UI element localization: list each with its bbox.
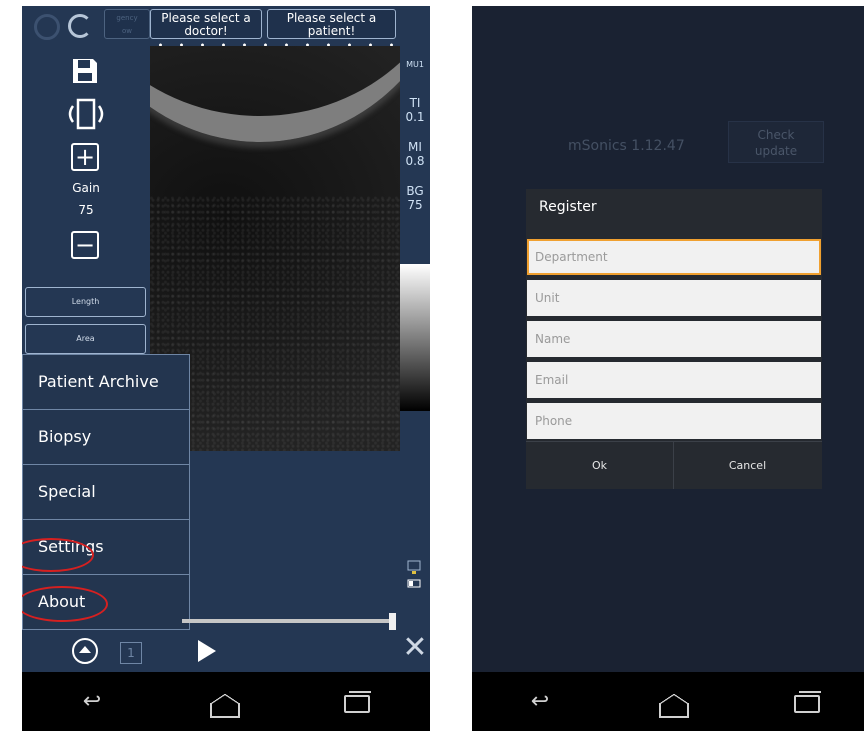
recent-apps-icon[interactable]: [794, 691, 821, 713]
gain-minus-button[interactable]: −: [71, 231, 99, 259]
gain-value: 75: [78, 203, 94, 217]
app-version-label: mSonics 1.12.47: [568, 138, 685, 154]
play-icon[interactable]: [198, 640, 216, 662]
app-logo-icon[interactable]: [34, 14, 60, 40]
select-patient-button[interactable]: Please select a patient!: [267, 9, 396, 39]
back-arrow-icon[interactable]: ↩: [520, 672, 560, 731]
department-field[interactable]: Department: [527, 239, 821, 275]
expand-up-icon[interactable]: [72, 638, 98, 664]
select-doctor-button[interactable]: Please select a doctor!: [150, 9, 262, 39]
cine-slider-thumb[interactable]: [389, 613, 396, 630]
bg-label: BG: [406, 184, 424, 198]
refresh-icon[interactable]: [68, 14, 92, 38]
bg-value: 75: [407, 198, 423, 212]
mu-label: MU1: [406, 60, 424, 69]
length-button[interactable]: Length: [25, 287, 146, 317]
gain-plus-button[interactable]: +: [71, 143, 99, 171]
unit-field[interactable]: Unit: [527, 280, 821, 316]
cancel-button[interactable]: Cancel: [674, 442, 821, 489]
parameter-readouts: MU1 TI 0.1 MI 0.8 BG 75: [400, 58, 430, 228]
cine-slider-track[interactable]: [182, 619, 392, 623]
name-field[interactable]: Name: [527, 321, 821, 357]
left-phone-screen: gency ow Please select a doctor! Please …: [22, 6, 430, 731]
ok-button[interactable]: Ok: [526, 442, 673, 489]
close-icon[interactable]: ✕: [400, 633, 430, 663]
gain-label: Gain: [72, 181, 100, 195]
home-icon[interactable]: [210, 694, 240, 718]
recent-apps-icon[interactable]: [344, 691, 371, 713]
display-mode-icon[interactable]: [407, 560, 421, 588]
right-phone-screen: mSonics 1.12.47 Check update Register De…: [472, 6, 864, 731]
register-dialog: Register Department Unit Name Email Phon…: [526, 189, 822, 489]
mi-value: 0.8: [405, 154, 425, 168]
transducer-arc: [150, 46, 400, 142]
menu-item-special[interactable]: Special: [23, 465, 189, 520]
phone-field[interactable]: Phone: [527, 403, 821, 439]
menu-item-biopsy[interactable]: Biopsy: [23, 410, 189, 465]
mi-label: MI: [408, 140, 422, 154]
emergency-button[interactable]: gency ow: [104, 9, 150, 39]
grayscale-bar: [400, 264, 430, 411]
menu-item-patient-archive[interactable]: Patient Archive: [23, 355, 189, 410]
android-navbar-right: ↩: [472, 672, 864, 731]
rotate-icon[interactable]: [64, 98, 108, 130]
dialog-title: Register: [539, 199, 597, 215]
ti-label: TI: [409, 96, 421, 110]
android-navbar: ↩: [22, 672, 430, 731]
ti-value: 0.1: [405, 110, 425, 124]
check-update-button[interactable]: Check update: [728, 121, 824, 163]
email-field[interactable]: Email: [527, 362, 821, 398]
area-button[interactable]: Area: [25, 324, 146, 354]
save-icon[interactable]: [70, 56, 100, 86]
frame-number-box[interactable]: 1: [120, 642, 142, 664]
back-arrow-icon[interactable]: ↩: [72, 672, 112, 731]
home-icon[interactable]: [659, 694, 689, 718]
